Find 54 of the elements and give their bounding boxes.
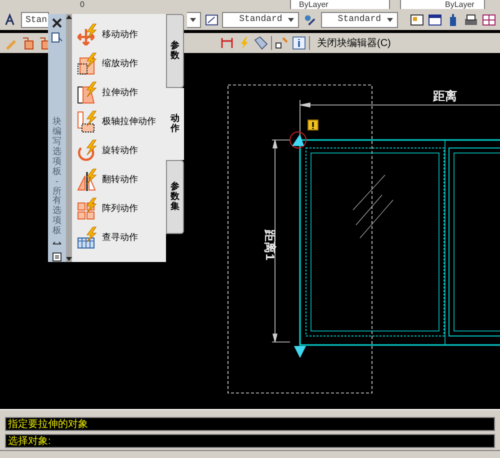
menu-icon[interactable] — [52, 252, 62, 262]
palette-title: 块编写选项板 - 所有选项板 — [52, 117, 62, 236]
stretch-action-icon — [76, 80, 98, 104]
action-tool[interactable]: 极轴拉伸动作 — [76, 107, 166, 136]
action-tool[interactable]: 拉伸动作 — [76, 78, 166, 107]
scroll-up-icon[interactable] — [66, 14, 72, 20]
action-tool[interactable]: 翻转动作 — [76, 165, 166, 194]
lookup-action-icon — [76, 226, 98, 250]
glass-hatch — [352, 174, 394, 238]
tag-icon[interactable] — [254, 36, 268, 50]
properties-icon[interactable] — [51, 32, 63, 44]
grid-icon[interactable] — [482, 13, 496, 27]
action-tool[interactable]: 查寻动作 — [76, 223, 166, 252]
action-tool[interactable]: 缩放动作 — [76, 49, 166, 78]
window-icon[interactable] — [428, 13, 442, 27]
attribute-icon[interactable] — [275, 36, 289, 50]
dimension-label: 距离 — [433, 89, 457, 103]
caret-icon — [387, 18, 394, 22]
close-block-editor-button[interactable]: 关闭块编辑器(C) — [313, 35, 395, 51]
scale-action-icon — [76, 52, 98, 76]
flip-action-icon — [76, 168, 98, 192]
rotate-action-icon — [76, 138, 98, 162]
close-icon[interactable] — [52, 18, 62, 28]
save-block-icon[interactable] — [21, 36, 35, 50]
dimension-style-icon[interactable] — [204, 13, 218, 27]
palette-tab[interactable]: 参数集 — [166, 160, 184, 234]
table-style-icon[interactable] — [303, 13, 317, 27]
move-action-icon — [76, 22, 98, 46]
array-action-icon — [76, 196, 98, 220]
dimension-label: 距离1 — [263, 230, 277, 260]
color-dropdown[interactable]: ByLayer — [290, 0, 390, 9]
info-icon[interactable] — [292, 36, 306, 50]
action-tool[interactable]: 旋转动作 — [76, 136, 166, 165]
visibility-icon[interactable] — [220, 36, 234, 50]
printer-icon[interactable] — [464, 13, 478, 27]
properties-icon[interactable] — [410, 13, 424, 27]
action-tool[interactable]: 移动动作 — [76, 20, 166, 49]
scroll-down-icon[interactable] — [66, 256, 72, 262]
palette-tab[interactable]: 动作 — [166, 88, 184, 160]
warning-icon — [308, 120, 318, 130]
polar-action-icon — [76, 110, 98, 134]
caret-icon — [190, 18, 196, 22]
caret-icon — [288, 18, 294, 22]
action-tool[interactable]: 阵列动作 — [76, 194, 166, 223]
palette-scrollbar[interactable] — [66, 14, 72, 262]
palette-tab[interactable]: 参数 — [166, 14, 184, 88]
layer-name: 0 — [80, 0, 84, 9]
dropdown-end[interactable] — [187, 12, 201, 28]
grip-icon[interactable] — [290, 132, 306, 148]
lineweight-dropdown[interactable]: ByLayer — [400, 0, 485, 9]
style-dropdown[interactable]: Standard — [222, 12, 300, 28]
style-dropdown[interactable]: Stan — [21, 12, 49, 28]
style-dropdown[interactable]: Standard — [320, 12, 398, 28]
grip-icon[interactable] — [294, 346, 306, 358]
